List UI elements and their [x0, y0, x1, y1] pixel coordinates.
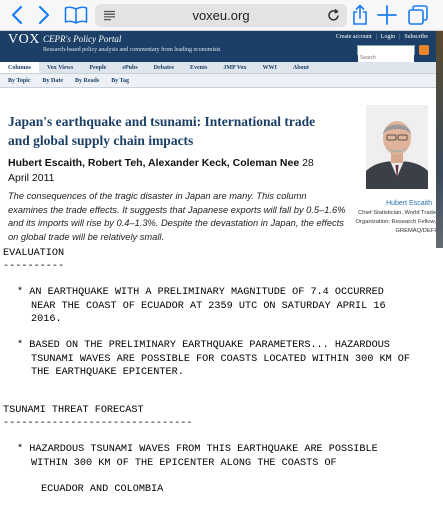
site-tagline: Research-based policy analysis and comme… — [43, 47, 221, 53]
browser-toolbar: voxeu.org — [0, 0, 443, 31]
address-bar[interactable]: voxeu.org — [95, 4, 347, 27]
login-link[interactable]: Login — [381, 34, 395, 40]
bulletin-heading: TSUNAMI THREAT FORECAST — [3, 405, 144, 416]
chevron-left-icon[interactable] — [6, 3, 28, 27]
bulletin-line: * AN EARTHQUAKE WITH A PRELIMINARY MAGNI… — [17, 287, 384, 298]
url-text: voxeu.org — [192, 8, 250, 23]
bulletin-rule: ------------------------------- — [3, 418, 193, 429]
nav-columns[interactable]: Columns — [0, 62, 40, 73]
bulletin-line: WITHIN 300 KM OF THE EPICENTER ALONG THE… — [31, 458, 337, 469]
link-separator: | — [399, 34, 401, 40]
nav-vox-views[interactable]: Vox Views — [39, 62, 81, 73]
nav-wwi[interactable]: WWI — [255, 62, 285, 73]
article-summary: The consequences of the tragic disaster … — [8, 191, 346, 242]
subnav-by-date[interactable]: By Date — [35, 74, 68, 87]
reload-icon[interactable] — [326, 8, 341, 23]
bulletin-rule: ---------- — [3, 261, 65, 272]
vox-logo[interactable]: VOX — [8, 32, 40, 48]
create-account-link[interactable]: Create account — [336, 34, 372, 40]
bulletin-location: ECUADOR AND COLOMBIA — [41, 484, 164, 495]
subnav-by-reads[interactable]: By Reads — [67, 74, 103, 87]
nav-people[interactable]: People — [81, 62, 114, 73]
nav-jmp-vox[interactable]: JMP Vox — [215, 62, 254, 73]
article-byline: Hubert Escaith, Robert Teh, Alexander Ke… — [8, 156, 328, 186]
plus-icon[interactable] — [375, 3, 399, 27]
bulletin-line: NEAR THE COAST OF ECUADOR AT 2359 UTC ON… — [31, 301, 386, 312]
nav-epubs[interactable]: ePubs — [114, 62, 145, 73]
account-links: Create account | Login | Subscribe — [336, 34, 428, 40]
article-header: Japan's earthquake and tsunami: Internat… — [0, 88, 436, 248]
nav-debates[interactable]: Debates — [146, 62, 182, 73]
portal-name: CEPR's Policy Portal — [43, 34, 122, 44]
link-separator: | — [375, 34, 377, 40]
bulletin-line: THE EARTHQUAKE EPICENTER. — [31, 367, 184, 378]
bulletin-line: 2016. — [31, 314, 62, 325]
main-nav: Columns Vox Views People ePubs Debates E… — [0, 62, 436, 74]
bulletin-line: TSUNAMI WAVES ARE POSSIBLE FOR COASTS LO… — [31, 354, 411, 365]
search-input[interactable] — [358, 54, 414, 62]
search-box — [357, 45, 415, 62]
photo-caption-role: Chief Statistician, World Trade Organiza… — [355, 210, 436, 234]
bulletin-line: * HAZARDOUS TSUNAMI WAVES FROM THIS EART… — [17, 444, 378, 455]
article-title[interactable]: Japan's earthquake and tsunami: Internat… — [8, 112, 330, 150]
bulletin-line: * BASED ON THE PRELIMINARY EARTHQUAKE PA… — [17, 340, 390, 351]
book-icon[interactable] — [62, 3, 90, 27]
chevron-right-icon[interactable] — [33, 3, 55, 27]
site-header: VOX CEPR's Policy Portal Research-based … — [0, 31, 436, 62]
subscribe-link[interactable]: Subscribe — [404, 34, 428, 40]
article-authors[interactable]: Hubert Escaith, Robert Teh, Alexander Ke… — [8, 157, 299, 169]
author-photo — [366, 105, 428, 189]
subnav-by-topic[interactable]: By Topic — [0, 74, 35, 87]
search-button[interactable] — [419, 45, 429, 55]
photo-caption-name[interactable]: Hubert Escaith — [342, 200, 432, 207]
tsunami-bulletin: EVALUATION ---------- * AN EARTHQUAKE WI… — [0, 248, 443, 506]
share-icon[interactable] — [350, 3, 370, 27]
tabs-icon[interactable] — [406, 3, 430, 27]
sub-nav: By Topic By Date By Reads By Tag — [0, 74, 436, 88]
nav-events[interactable]: Events — [182, 62, 215, 73]
subnav-by-tag[interactable]: By Tag — [103, 74, 133, 87]
bulletin-heading: EVALUATION — [3, 248, 65, 259]
nav-about[interactable]: About — [285, 62, 317, 73]
